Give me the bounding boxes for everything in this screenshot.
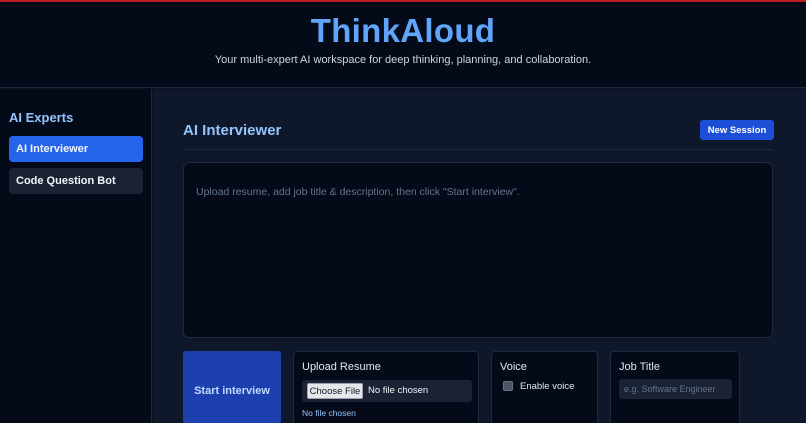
voice-card: Voice Enable voice (491, 351, 598, 423)
app-title: ThinkAloud (310, 12, 496, 49)
new-session-button[interactable]: New Session (700, 120, 774, 140)
job-title-input[interactable] (619, 379, 732, 399)
chat-transcript[interactable]: Upload resume, add job title & descripti… (183, 162, 773, 338)
chat-placeholder: Upload resume, add job title & descripti… (196, 186, 520, 198)
start-interview-button[interactable]: Start interview (183, 351, 281, 423)
job-title-label: Job Title (619, 361, 660, 373)
upload-resume-card: Upload Resume Choose File No file chosen… (293, 351, 479, 423)
panel-title: AI Interviewer (183, 122, 282, 139)
sidebar-item-ai-interviewer[interactable]: AI Interviewer (9, 136, 143, 162)
sidebar: AI Experts AI Interviewer Code Question … (0, 89, 152, 423)
enable-voice-checkbox[interactable] (503, 381, 513, 391)
file-status: No file chosen (368, 385, 429, 396)
job-title-card: Job Title (610, 351, 740, 423)
file-note: No file chosen (302, 408, 356, 418)
file-input[interactable]: Choose File No file chosen (302, 380, 472, 402)
app-header: ThinkAloud Your multi-expert AI workspac… (0, 2, 806, 88)
main-panel: AI Interviewer New Session Upload resume… (153, 89, 806, 423)
choose-file-button[interactable]: Choose File (307, 383, 363, 399)
enable-voice-label: Enable voice (520, 381, 575, 392)
voice-title: Voice (500, 361, 527, 373)
sidebar-heading: AI Experts (9, 110, 74, 125)
app-subtitle: Your multi-expert AI workspace for deep … (214, 54, 592, 66)
header-divider (183, 149, 773, 150)
upload-resume-title: Upload Resume (302, 361, 381, 373)
sidebar-item-code-question-bot[interactable]: Code Question Bot (9, 168, 143, 194)
